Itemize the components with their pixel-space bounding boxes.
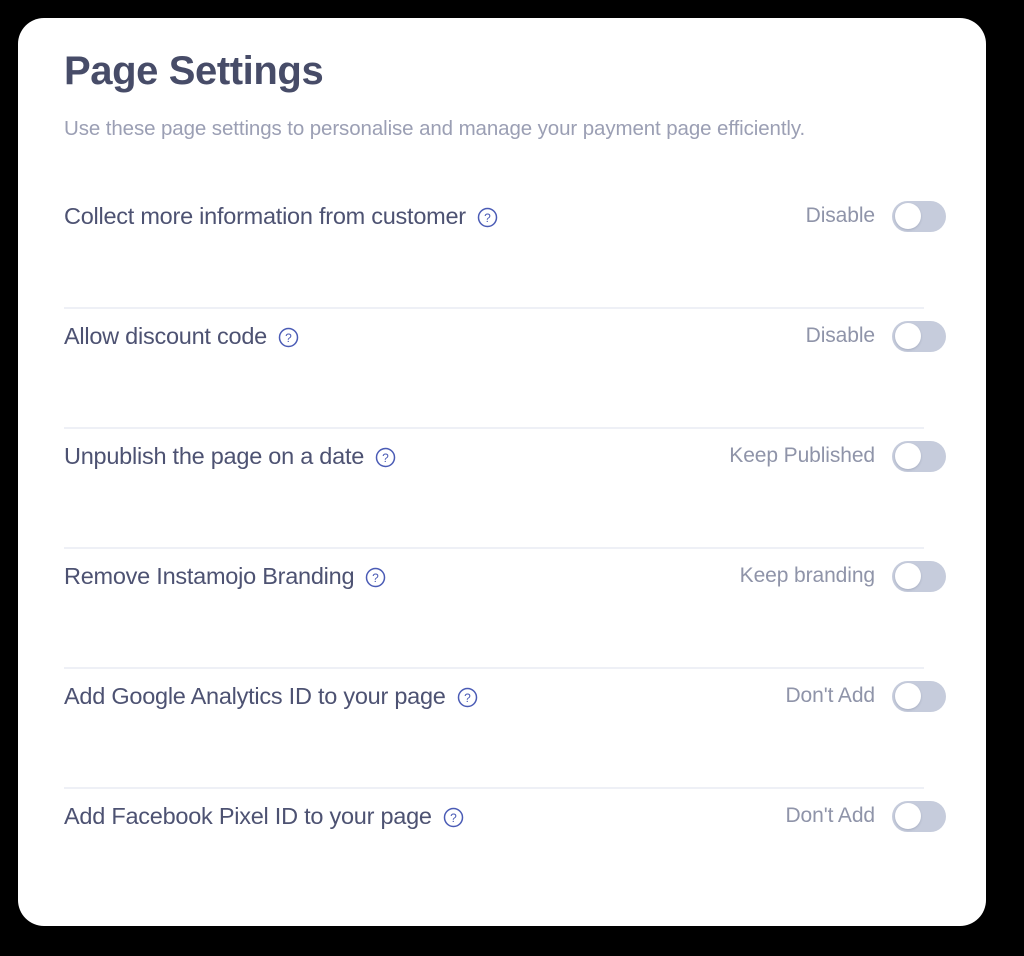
page-settings-card: Page Settings Use these page settings to… [18,18,986,926]
setting-label-group: Unpublish the page on a date ? [64,442,396,470]
setting-row: Collect more information from customer ?… [64,189,946,310]
toggle-knob [894,563,921,590]
setting-row: Add Facebook Pixel ID to your page ? Don… [64,789,946,909]
setting-label-group: Allow discount code ? [64,322,299,350]
screen-root: Page Settings Use these page settings to… [0,0,1024,956]
svg-text:?: ? [450,811,457,825]
setting-row: Remove Instamojo Branding ? Keep brandin… [64,549,946,670]
question-mark-circle-icon[interactable]: ? [278,327,299,348]
setting-control-group: Keep branding [739,560,946,592]
page-subtitle: Use these page settings to personalise a… [64,117,806,140]
svg-text:?: ? [285,331,292,345]
status-label: Keep Published [729,444,875,468]
settings-list: Collect more information from customer ?… [64,189,946,909]
setting-row-content: Remove Instamojo Branding ? Keep brandin… [64,549,946,603]
question-mark-circle-icon[interactable]: ? [443,807,464,828]
setting-label: Add Facebook Pixel ID to your page [64,803,432,830]
setting-label-group: Remove Instamojo Branding ? [64,562,386,590]
svg-text:?: ? [484,211,491,225]
setting-toggle[interactable] [892,440,946,472]
setting-row-content: Unpublish the page on a date ? Keep Publ… [64,429,946,483]
question-mark-circle-icon[interactable]: ? [477,207,498,228]
setting-label-group: Add Google Analytics ID to your page ? [64,682,478,710]
card-content: Page Settings Use these page settings to… [18,18,986,909]
status-label: Disable [805,204,875,228]
setting-label: Collect more information from customer [64,203,466,230]
toggle-knob [894,443,921,470]
setting-row-content: Add Facebook Pixel ID to your page ? Don… [64,789,946,843]
setting-control-group: Don't Add [785,680,946,712]
svg-text:?: ? [382,451,389,465]
setting-toggle[interactable] [892,680,946,712]
setting-toggle[interactable] [892,560,946,592]
question-mark-circle-icon[interactable]: ? [375,447,396,468]
setting-label: Unpublish the page on a date [64,443,365,470]
status-label: Don't Add [785,684,875,708]
setting-label: Remove Instamojo Branding [64,563,355,590]
status-label: Disable [805,324,875,348]
setting-row-content: Collect more information from customer ?… [64,189,946,243]
setting-label: Allow discount code [64,323,267,350]
setting-toggle[interactable] [892,200,946,232]
setting-row-content: Add Google Analytics ID to your page ? D… [64,669,946,723]
setting-control-group: Don't Add [785,800,946,832]
setting-toggle[interactable] [892,320,946,352]
setting-control-group: Keep Published [729,440,946,472]
setting-label: Add Google Analytics ID to your page [64,683,446,710]
svg-text:?: ? [464,691,471,705]
page-title: Page Settings [64,49,324,93]
setting-label-group: Collect more information from customer ? [64,202,498,230]
setting-toggle[interactable] [892,800,946,832]
status-label: Don't Add [785,804,875,828]
setting-control-group: Disable [805,200,946,232]
toggle-knob [894,203,921,230]
question-mark-circle-icon[interactable]: ? [457,687,478,708]
svg-text:?: ? [372,571,379,585]
setting-row: Unpublish the page on a date ? Keep Publ… [64,429,946,550]
setting-label-group: Add Facebook Pixel ID to your page ? [64,802,464,830]
toggle-knob [894,323,921,350]
setting-control-group: Disable [805,320,946,352]
setting-row-content: Allow discount code ? Disable [64,309,946,363]
question-mark-circle-icon[interactable]: ? [365,567,386,588]
toggle-knob [894,803,921,830]
setting-row: Allow discount code ? Disable [64,309,946,430]
status-label: Keep branding [739,564,875,588]
setting-row: Add Google Analytics ID to your page ? D… [64,669,946,790]
toggle-knob [894,683,921,710]
